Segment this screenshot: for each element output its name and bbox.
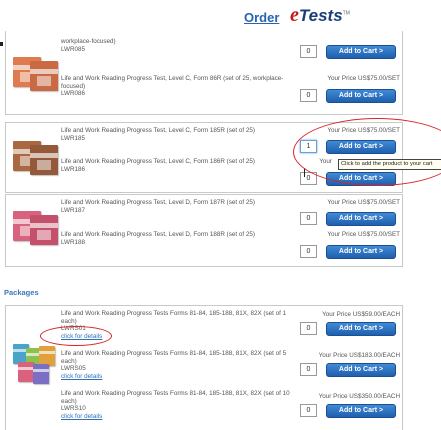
product-row: Life and Work Reading Progress Test, Lev… (6, 71, 402, 107)
product-code: LWR185 (61, 134, 86, 142)
price-label: Your Price US$350.00/EACH (318, 393, 400, 400)
product-group-level-d: Life and Work Reading Progress Test, Lev… (5, 194, 403, 267)
price-label: Your Price US$75.00/SET (327, 199, 400, 206)
price-label: Your Price US$75.00/SET (327, 75, 400, 82)
add-to-cart-button[interactable]: Add to Cart > (326, 322, 396, 336)
packages-heading: Packages (4, 288, 39, 297)
product-code: LWR086 (61, 90, 86, 98)
product-row: Life and Work Reading Progress Test, Lev… (6, 197, 402, 233)
package-title: Life and Work Reading Progress Tests For… (61, 390, 290, 405)
product-description: Life and Work Reading Progress Test, Lev… (61, 231, 299, 246)
mouse-pointer-fragment (0, 42, 3, 46)
highlight-annotation-circle (40, 326, 112, 346)
add-to-cart-button[interactable]: Add to Cart > (326, 245, 396, 259)
product-code: LWR188 (61, 238, 86, 246)
quantity-input[interactable]: 0 (300, 45, 317, 58)
add-to-cart-button[interactable]: Add to Cart > (326, 404, 396, 418)
quantity-input[interactable]: 0 (300, 212, 317, 225)
package-title: Life and Work Reading Progress Tests For… (61, 310, 287, 325)
package-row: Life and Work Reading Progress Tests For… (6, 390, 402, 430)
price-label: Your Price US$183.00/EACH (318, 352, 400, 359)
click-for-details-link[interactable]: click for details (61, 413, 299, 421)
package-row: Life and Work Reading Progress Tests For… (6, 349, 402, 389)
add-to-cart-button[interactable]: Add to Cart > (326, 363, 396, 377)
product-code: LWR187 (61, 206, 86, 214)
product-description: Life and Work Reading Progress Test, Lev… (61, 199, 299, 214)
page-header: Order eTestsTM (0, 0, 441, 30)
quantity-input[interactable]: 0 (300, 322, 317, 335)
package-group: Life and Work Reading Progress Tests For… (5, 305, 403, 430)
product-title: Life and Work Reading Progress Test, Lev… (61, 231, 256, 238)
logo-tm: TM (342, 10, 350, 17)
add-to-cart-button[interactable]: Add to Cart > (326, 45, 396, 59)
quantity-input[interactable]: 0 (300, 404, 317, 417)
package-description: Life and Work Reading Progress Tests For… (61, 350, 299, 380)
price-label: Your Price US$59.00/EACH (322, 311, 400, 318)
package-description: Life and Work Reading Progress Tests For… (61, 390, 299, 420)
product-title: Life and Work Reading Progress Test, Lev… (61, 127, 256, 134)
product-row: Life and Work Reading Progress Test, Lev… (6, 229, 402, 265)
package-code: LWRS05 (61, 365, 86, 373)
product-description: Life and Work Reading Progress Test, Lev… (61, 75, 299, 98)
quantity-input[interactable]: 0 (300, 363, 317, 376)
package-code: LWRS10 (61, 405, 86, 413)
product-title: Life and Work Reading Progress Test, Lev… (61, 199, 256, 206)
product-row: workplace-focused) LWR085 0 Add to Cart … (6, 35, 402, 71)
product-description: Life and Work Reading Progress Test, Lev… (61, 127, 299, 142)
click-for-details-link[interactable]: click for details (61, 373, 299, 381)
product-description: Life and Work Reading Progress Test, Lev… (61, 158, 299, 173)
quantity-input[interactable]: 0 (300, 245, 317, 258)
add-to-cart-button[interactable]: Add to Cart > (326, 212, 396, 226)
add-to-cart-button[interactable]: Add to Cart > (326, 89, 396, 103)
product-title: Life and Work Reading Progress Test, Lev… (61, 158, 256, 165)
product-title: workplace-focused) (61, 38, 116, 45)
logo-tests: Tests (298, 6, 343, 25)
package-title: Life and Work Reading Progress Tests For… (61, 350, 287, 365)
product-description: workplace-focused) LWR085 (61, 38, 299, 53)
quantity-input[interactable]: 0 (300, 89, 317, 102)
product-code: LWR085 (61, 45, 86, 53)
product-code: LWR186 (61, 165, 86, 173)
logo-e: e (290, 4, 299, 26)
etests-logo[interactable]: eTestsTM (290, 4, 350, 28)
product-group-level-c-workplace: workplace-focused) LWR085 0 Add to Cart … (5, 31, 403, 115)
price-label: Your Price US$75.00/SET (327, 231, 400, 238)
product-title: Life and Work Reading Progress Test, Lev… (61, 75, 284, 90)
order-link[interactable]: Order (244, 10, 279, 25)
